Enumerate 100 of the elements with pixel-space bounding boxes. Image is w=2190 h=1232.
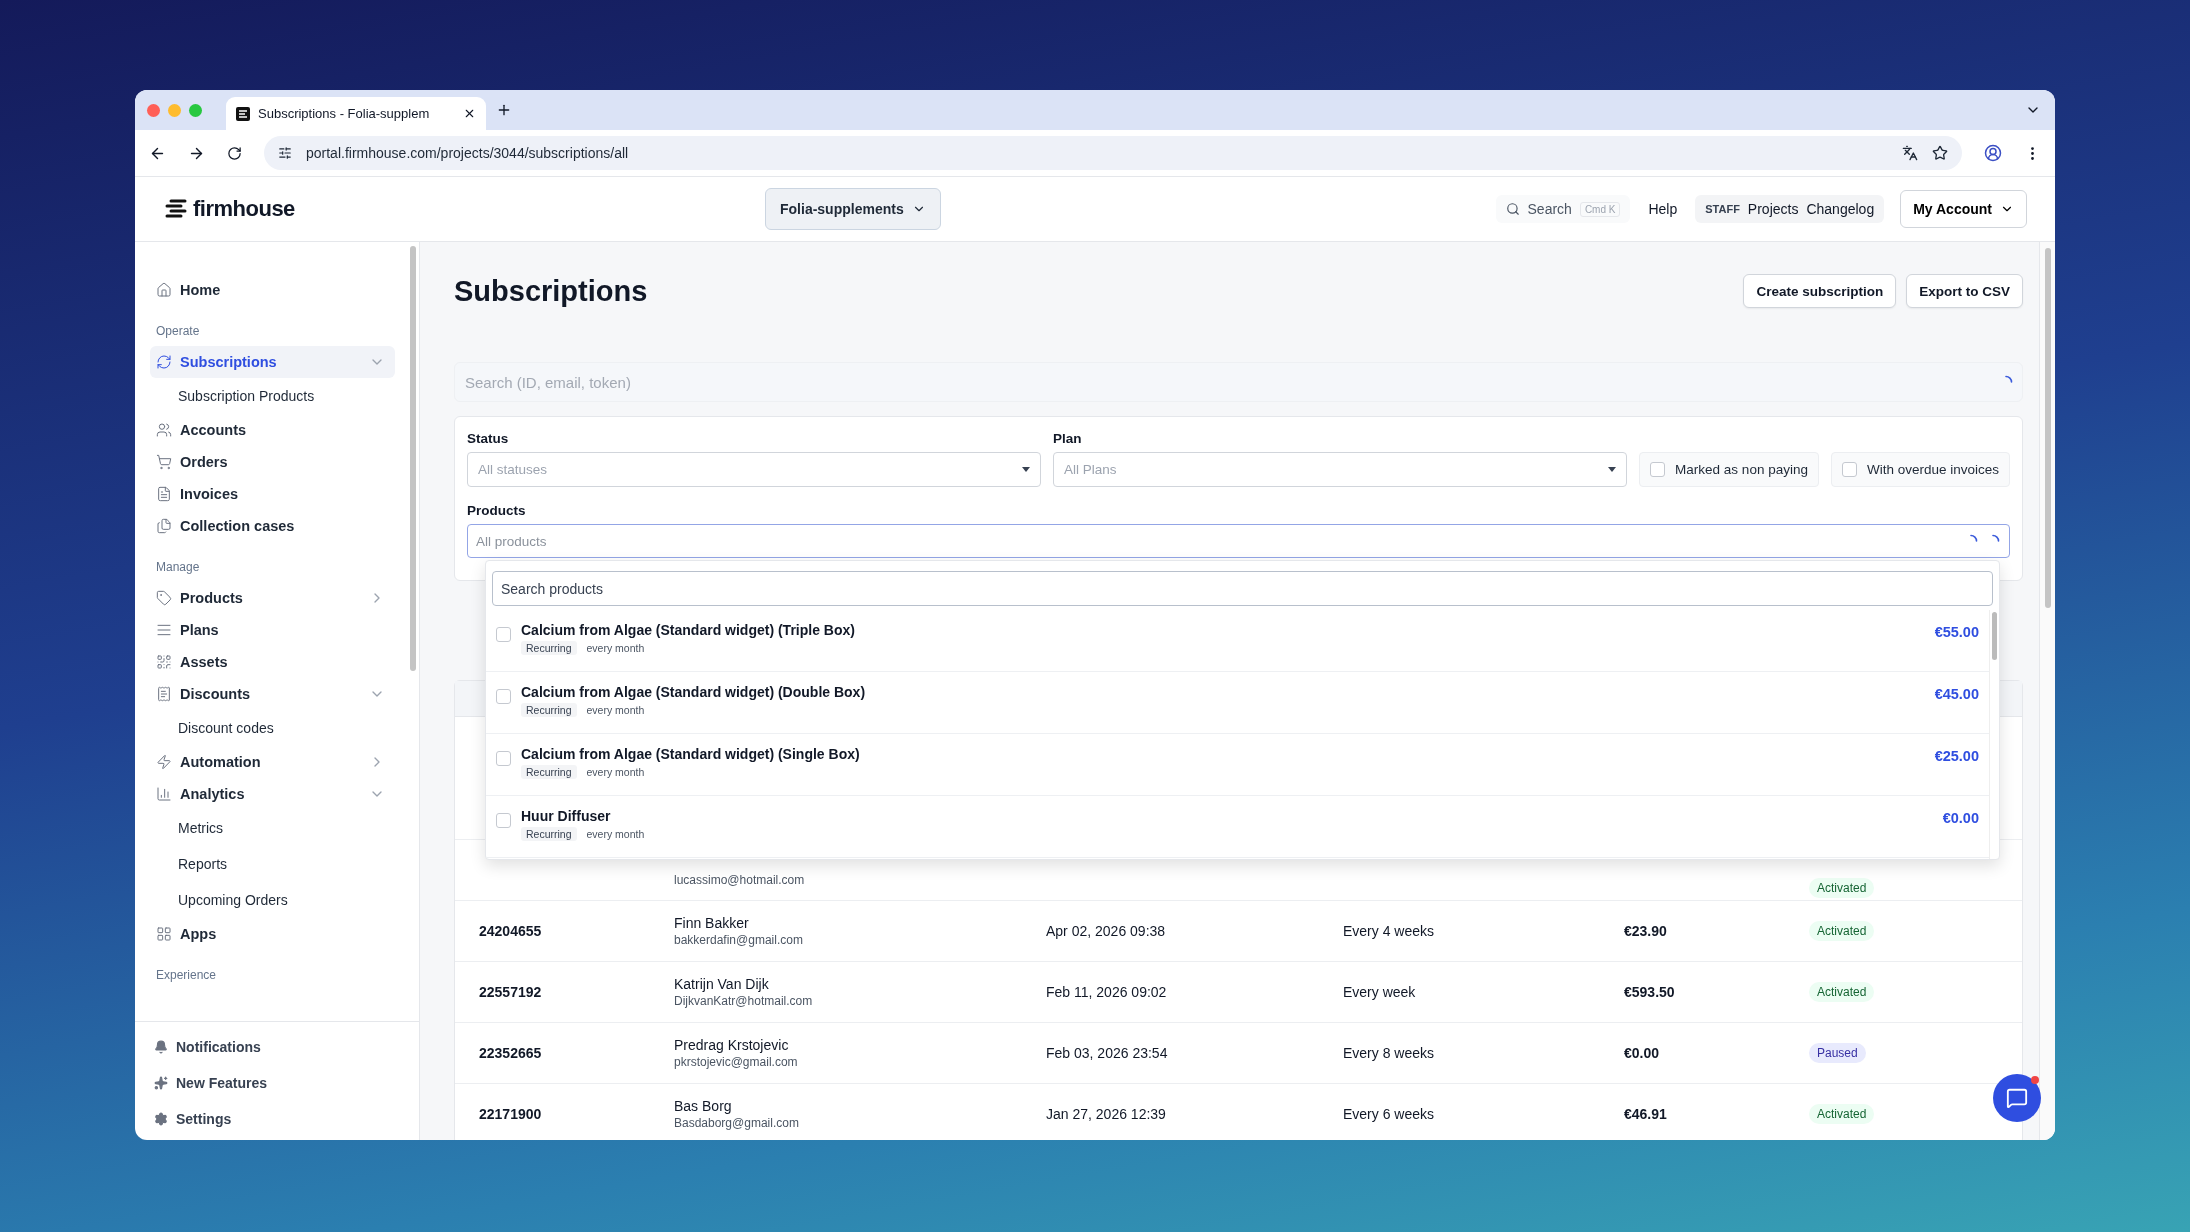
customer-name: Predrag Krstojevic xyxy=(674,1037,790,1053)
products-field[interactable]: All products xyxy=(467,524,2010,558)
nav-item[interactable]: Collection cases xyxy=(150,510,395,542)
users-icon xyxy=(156,422,172,438)
nav-subitem[interactable]: Reports xyxy=(150,846,395,882)
list-icon xyxy=(156,622,172,638)
customer-name: Finn Bakker xyxy=(674,915,750,931)
nav-subitem[interactable]: Discount codes xyxy=(150,710,395,746)
profile-icon[interactable] xyxy=(1984,144,2002,162)
checkbox-filter[interactable]: Marked as non paying xyxy=(1639,452,1819,487)
table-cell-text: €23.90 xyxy=(1624,923,1668,939)
nav-item[interactable]: Home xyxy=(150,274,395,306)
nav-item[interactable]: Products xyxy=(150,582,395,614)
nav-item[interactable]: Orders xyxy=(150,446,395,478)
account-button[interactable]: My Account xyxy=(1900,190,2027,228)
field-label: Status xyxy=(467,431,510,446)
table-cell-text: Every 8 weeks xyxy=(1343,1045,1436,1061)
checkbox[interactable] xyxy=(496,813,511,828)
status-badge: Activated xyxy=(1809,982,1875,1002)
customer-email: bakkerdafin@gmail.com xyxy=(674,933,804,947)
scrollbar[interactable] xyxy=(410,246,416,671)
product-option[interactable]: Calcium from Algae (Standard widget) (Single Box) Recurring every month €25.00 xyxy=(486,734,1989,796)
product-option[interactable]: Calcium from Algae (Standard widget) (Triple Box) Recurring every month €55.00 xyxy=(486,610,1989,672)
nav-item[interactable]: Analytics xyxy=(150,778,395,810)
new-tab-icon[interactable] xyxy=(496,102,512,118)
nav-item[interactable]: Assets xyxy=(150,646,395,678)
shortcut-hint: Cmd K xyxy=(1579,201,1621,217)
translate-icon[interactable] xyxy=(1902,145,1918,161)
nav-item[interactable]: Subscriptions xyxy=(150,346,395,378)
nav-item[interactable]: New Features xyxy=(150,1070,404,1096)
nav-item[interactable]: Automation xyxy=(150,746,395,778)
header-link[interactable]: Changelog xyxy=(1806,201,1875,217)
site-logo-icon xyxy=(236,106,250,121)
project-select[interactable]: Folia-supplements xyxy=(765,188,941,230)
status-badge: Paused xyxy=(1809,1043,1866,1063)
settings-icon xyxy=(154,1112,168,1126)
nav-item[interactable]: Invoices xyxy=(150,478,395,510)
page-title: Subscriptions xyxy=(454,274,648,308)
table-cell[interactable]: 22557192 xyxy=(479,984,674,1000)
customer-email: DijkvanKatr@hotmail.com xyxy=(674,994,814,1008)
reload-icon[interactable] xyxy=(227,145,242,161)
browser-tab[interactable]: Subscriptions - Folia-supplem xyxy=(226,97,486,130)
price: €55.00 xyxy=(1934,624,1979,640)
close-tab-icon[interactable] xyxy=(463,107,476,120)
nav-item[interactable]: Accounts xyxy=(150,414,395,446)
table-cell-text: Every 6 weeks xyxy=(1343,1106,1436,1122)
table-cell-text: Every week xyxy=(1343,984,1417,1000)
nav-subitem[interactable]: Upcoming Orders xyxy=(150,882,395,918)
type-tag: Recurring xyxy=(521,703,577,717)
receipt-icon xyxy=(156,686,172,702)
type-tag: Recurring xyxy=(521,765,577,779)
field-label: Products xyxy=(467,503,527,518)
nav-item[interactable]: Settings xyxy=(150,1106,404,1132)
status-badge: Activated xyxy=(1809,921,1875,941)
checkbox[interactable] xyxy=(496,751,511,766)
product-option[interactable]: Calcium from Algae (Standard widget) (Double Box) Recurring every month €45.00 xyxy=(486,672,1989,734)
customer-name: Katrijn Van Dijk xyxy=(674,976,770,992)
checkbox[interactable] xyxy=(496,689,511,704)
caret-icon xyxy=(1022,467,1031,472)
chat-icon xyxy=(2006,1087,2028,1109)
logo-text[interactable]: firmhouse xyxy=(193,196,295,222)
nav-subitem[interactable]: Metrics xyxy=(150,810,395,846)
table-cell-text: Apr 02, 2026 09:38 xyxy=(1046,923,1167,939)
bookmark-star-icon[interactable] xyxy=(1932,145,1948,161)
nav-item[interactable]: Plans xyxy=(150,614,395,646)
search-button[interactable]: Search Cmd K xyxy=(1495,195,1631,223)
help-link[interactable]: Help xyxy=(1640,195,1686,223)
interval-text: every month xyxy=(586,704,645,716)
table-cell[interactable]: 24204655 xyxy=(479,923,674,939)
site-settings-icon[interactable] xyxy=(278,146,292,160)
field-label: Plan xyxy=(1053,431,1083,446)
action-button[interactable]: Export to CSV xyxy=(1906,274,2023,308)
table-cell[interactable]: 22352665 xyxy=(479,1045,674,1061)
document-icon xyxy=(156,486,172,502)
table-cell-text: €593.50 xyxy=(1624,984,1676,1000)
price: €0.00 xyxy=(1942,810,1979,826)
table-cell[interactable]: 22171900 xyxy=(479,1106,674,1122)
action-button[interactable]: Create subscription xyxy=(1743,274,1897,308)
checkbox[interactable] xyxy=(1650,462,1666,477)
section-heading: Experience xyxy=(156,968,218,982)
nav-subitem[interactable]: Subscription Products xyxy=(150,378,395,414)
address-bar[interactable]: portal.firmhouse.com/projects/3044/subscriptions/all xyxy=(264,136,1962,170)
search-field[interactable]: Search products xyxy=(492,571,1993,606)
table-cell-text: Feb 11, 2026 09:02 xyxy=(1046,984,1168,1000)
checkbox-filter[interactable]: With overdue invoices xyxy=(1830,452,2010,487)
status-badge: Activated xyxy=(1809,878,1875,898)
table-cell-text: Jan 27, 2026 12:39 xyxy=(1046,1106,1167,1122)
price: €25.00 xyxy=(1934,748,1979,764)
scrollbar[interactable] xyxy=(1992,612,1997,660)
scrollbar[interactable] xyxy=(2044,248,2051,608)
grid-icon xyxy=(156,926,172,942)
nav-item[interactable]: Notifications xyxy=(150,1034,404,1060)
header-link[interactable]: Projects xyxy=(1747,201,1799,217)
caret-icon xyxy=(1608,467,1617,472)
nav-item[interactable]: Apps xyxy=(150,918,395,950)
nav-item[interactable]: Discounts xyxy=(150,678,395,710)
product-option[interactable]: Huur Diffuser Recurring every month €0.00 xyxy=(486,796,1989,858)
checkbox[interactable] xyxy=(496,627,511,642)
section-heading: Operate xyxy=(156,324,201,338)
checkbox[interactable] xyxy=(1841,462,1857,477)
